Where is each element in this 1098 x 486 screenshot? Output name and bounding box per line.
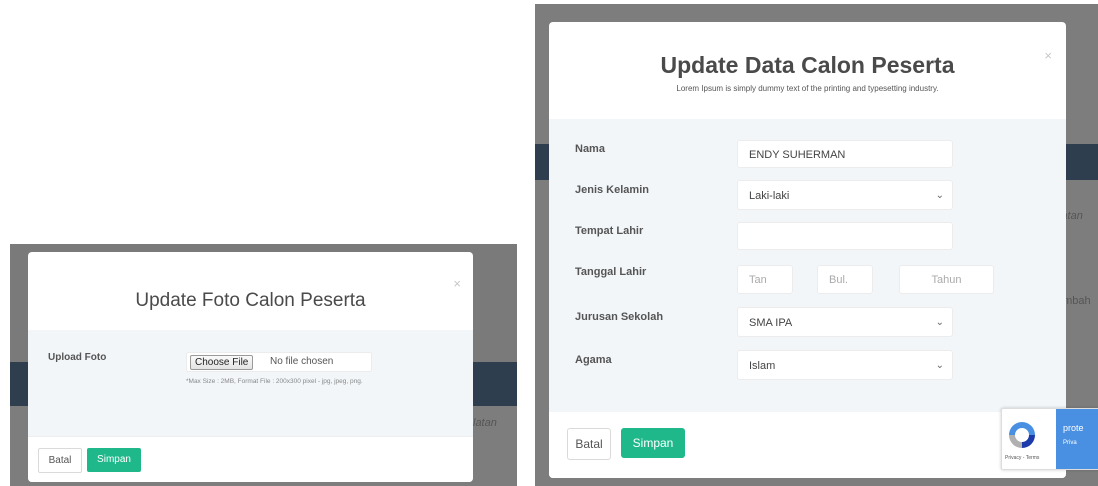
save-button[interactable]: Simpan	[87, 448, 141, 472]
major-value: SMA IPA	[749, 317, 793, 329]
birthdate-label: Tanggal Lahir	[575, 266, 647, 278]
modal-footer: Batal Simpan	[28, 436, 473, 482]
gender-label: Jenis Kelamin	[575, 184, 649, 196]
file-status-text: No file chosen	[270, 356, 334, 367]
modal-footer: Batal Simpan	[549, 412, 1066, 478]
religion-value: Islam	[749, 360, 776, 372]
file-hint-text: *Max Size : 2MB, Format File : 200x300 p…	[186, 378, 363, 385]
modal-title: Update Foto Calon Peserta	[135, 290, 366, 311]
religion-select[interactable]: Islam ⌄	[737, 350, 953, 380]
recaptcha-panel: prote Priva	[1056, 409, 1098, 469]
chevron-down-icon: ⌄	[935, 317, 944, 328]
birth-day-input[interactable]: Tan	[737, 265, 793, 294]
background-text: latan	[473, 417, 497, 429]
birthplace-label: Tempat Lahir	[575, 225, 644, 237]
birth-day-placeholder: Tan	[749, 274, 767, 286]
modal-body: Upload Foto Choose File No file chosen *…	[28, 330, 473, 436]
save-button[interactable]: Simpan	[621, 428, 685, 458]
modal-body: Nama ENDY SUHERMAN Jenis Kelamin Laki-la…	[549, 119, 1066, 412]
update-data-modal: Update Data Calon Peserta Lorem Ipsum is…	[549, 22, 1066, 478]
cancel-button[interactable]: Batal	[567, 428, 611, 460]
left-screenshot-panel: latan Update Foto Calon Peserta × Upload…	[10, 244, 517, 486]
right-screenshot-panel: latan ambah Update Data Calon Peserta Lo…	[535, 4, 1098, 486]
close-icon[interactable]: ×	[453, 276, 461, 291]
modal-subtitle: Lorem Ipsum is simply dummy text of the …	[676, 84, 939, 93]
gender-value: Laki-laki	[749, 190, 790, 202]
recaptcha-links[interactable]: Privacy - Terms	[1005, 455, 1039, 461]
name-input[interactable]: ENDY SUHERMAN	[737, 140, 953, 168]
file-input[interactable]: Choose File No file chosen	[186, 352, 372, 372]
name-label: Nama	[575, 143, 605, 155]
recaptcha-text: prote	[1063, 423, 1084, 433]
modal-title: Update Data Calon Peserta	[660, 52, 955, 78]
update-photo-modal: Update Foto Calon Peserta × Upload Foto …	[28, 252, 473, 482]
birth-year-placeholder: Tahun	[931, 274, 962, 286]
recaptcha-privacy-text: Priva	[1063, 440, 1077, 446]
name-value: ENDY SUHERMAN	[749, 149, 846, 161]
cancel-button[interactable]: Batal	[38, 448, 82, 473]
chevron-down-icon: ⌄	[935, 360, 944, 371]
birth-month-placeholder: Bul.	[829, 274, 848, 286]
upload-photo-label: Upload Foto	[48, 352, 107, 363]
close-icon[interactable]: ×	[1044, 48, 1052, 63]
religion-label: Agama	[575, 354, 612, 366]
recaptcha-logo-icon	[1009, 422, 1035, 448]
choose-file-button[interactable]: Choose File	[190, 355, 254, 370]
birth-month-input[interactable]: Bul.	[817, 265, 873, 294]
birth-year-input[interactable]: Tahun	[899, 265, 994, 294]
major-label: Jurusan Sekolah	[575, 311, 664, 323]
gender-select[interactable]: Laki-laki ⌄	[737, 180, 953, 210]
chevron-down-icon: ⌄	[935, 190, 944, 201]
recaptcha-badge[interactable]: Privacy - Terms prote Priva	[1001, 408, 1098, 470]
birthplace-input[interactable]	[737, 222, 953, 250]
major-select[interactable]: SMA IPA ⌄	[737, 307, 953, 337]
